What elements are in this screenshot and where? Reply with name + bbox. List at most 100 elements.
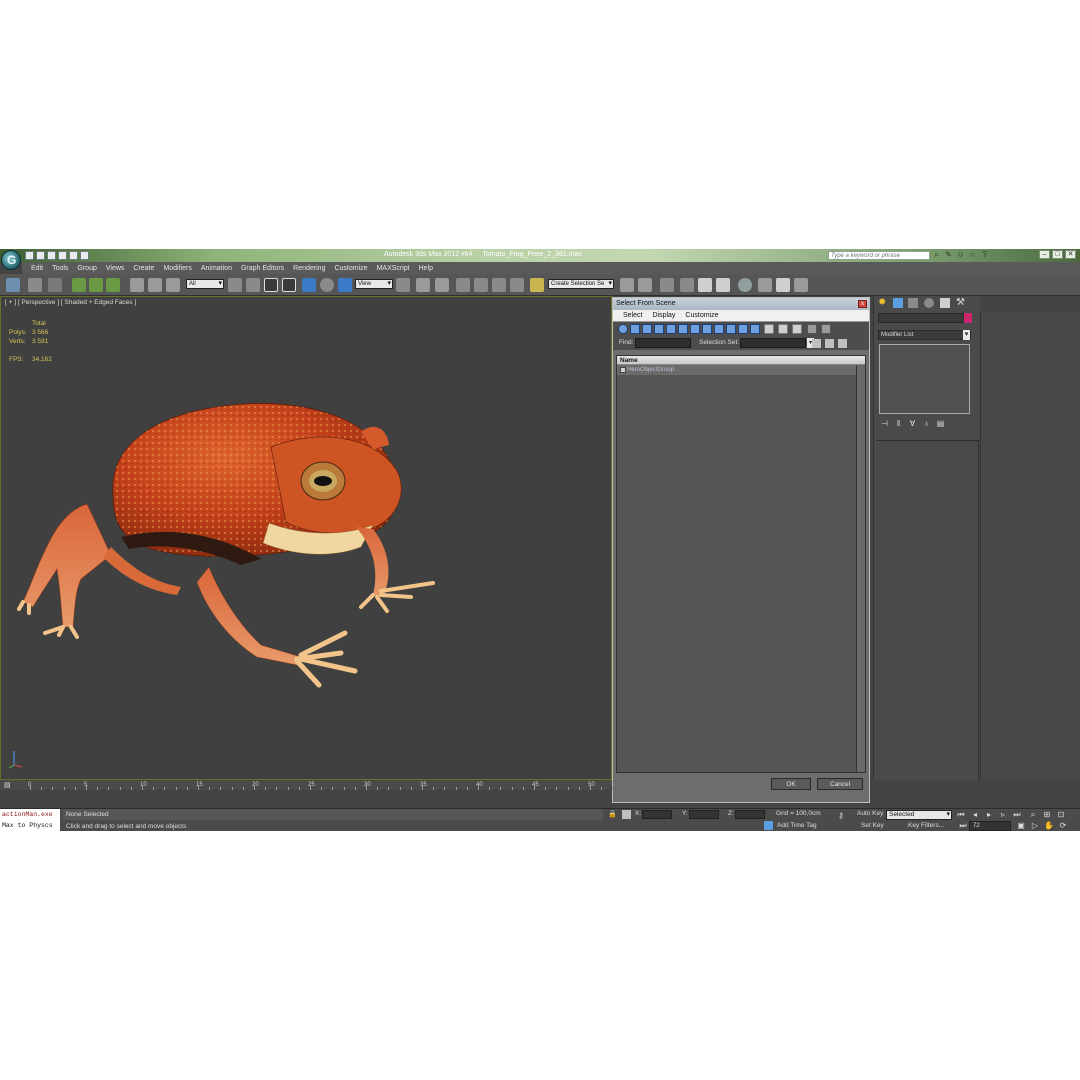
perspective-viewport[interactable]: [ + ] [ Perspective ] [ Shaded + Edged F…: [0, 296, 612, 780]
select-and-move-icon[interactable]: [302, 278, 316, 292]
window-crossing-icon[interactable]: [282, 278, 296, 292]
field-of-view-icon[interactable]: ▷: [1030, 821, 1040, 830]
display-shapes-icon[interactable]: [630, 324, 640, 334]
menu-modifiers[interactable]: Modifiers: [163, 265, 191, 272]
menu-animation[interactable]: Animation: [201, 265, 232, 272]
menu-views[interactable]: Views: [106, 265, 125, 272]
display-frozen-icon[interactable]: [738, 324, 748, 334]
dialog-close-button[interactable]: x: [858, 300, 867, 308]
space-warp-icon[interactable]: [166, 278, 180, 292]
rectangle-region-icon[interactable]: [264, 278, 278, 292]
display-space-warps-icon[interactable]: [678, 324, 688, 334]
material-editor-icon[interactable]: [738, 278, 752, 292]
list-item[interactable]: HeroObjectGroup: [617, 365, 856, 375]
open-file-icon[interactable]: [36, 251, 45, 260]
pivot-center-icon[interactable]: [396, 278, 410, 292]
minimize-button[interactable]: –: [1039, 250, 1050, 259]
help-icon[interactable]: ?: [980, 250, 989, 260]
timeline-ruler[interactable]: 0 5 10 15 20 25 30 35 40 45 50: [22, 780, 614, 790]
orbit-icon[interactable]: ⟳: [1058, 821, 1068, 830]
find-input[interactable]: [635, 338, 691, 348]
binoculars-icon[interactable]: ⌕: [932, 250, 941, 260]
display-groups-icon[interactable]: [690, 324, 700, 334]
zoom-icon[interactable]: ⌕: [1028, 810, 1038, 819]
name-column-header[interactable]: Name: [617, 356, 865, 365]
motion-tab-icon[interactable]: [924, 298, 934, 308]
menu-help[interactable]: Help: [419, 265, 433, 272]
hierarchy-tab-icon[interactable]: [908, 298, 918, 308]
selection-lock-icon[interactable]: [28, 278, 42, 292]
snaps-toggle-icon[interactable]: [456, 278, 470, 292]
key-filters-button[interactable]: Key Filters...: [908, 822, 944, 829]
ok-button[interactable]: OK: [771, 778, 811, 790]
menu-edit[interactable]: Edit: [31, 265, 43, 272]
display-xrefs-icon[interactable]: [702, 324, 712, 334]
align-icon[interactable]: [638, 278, 652, 292]
keyboard-shortcut-icon[interactable]: [435, 278, 449, 292]
lock-selection-icon[interactable]: 🔒: [608, 810, 617, 819]
menu-rendering[interactable]: Rendering: [293, 265, 325, 272]
select-and-scale-icon[interactable]: [338, 278, 352, 292]
star-icon[interactable]: ☆: [968, 250, 977, 260]
project-folder-icon[interactable]: [80, 251, 89, 260]
select-filter-icon[interactable]: [106, 278, 120, 292]
selection-set-input[interactable]: [740, 338, 806, 348]
dialog-title-bar[interactable]: Select From Scene x: [613, 298, 869, 310]
maxscript-listener-line1[interactable]: actionMan.exe: [0, 809, 60, 820]
object-color-swatch[interactable]: [964, 313, 972, 323]
sort-icon[interactable]: [821, 324, 831, 334]
absolute-mode-icon[interactable]: [622, 810, 631, 819]
render-setup-icon[interactable]: [758, 278, 772, 292]
zoom-all-icon[interactable]: ⊞: [1042, 810, 1052, 819]
make-unique-icon[interactable]: ∀: [908, 419, 917, 428]
dialog-menu-select[interactable]: Select: [623, 312, 642, 319]
edit-named-selection-icon[interactable]: [530, 278, 544, 292]
modify-tab-icon[interactable]: [893, 298, 903, 308]
new-file-icon[interactable]: [25, 251, 34, 260]
percent-snap-icon[interactable]: [492, 278, 506, 292]
application-menu-icon[interactable]: G: [1, 250, 21, 270]
unlink-icon[interactable]: [72, 278, 86, 292]
scene-object-list[interactable]: Name HeroObjectGroup: [616, 355, 866, 773]
display-bones-icon[interactable]: [714, 324, 724, 334]
angle-snap-icon[interactable]: [474, 278, 488, 292]
people-icon[interactable]: ☺: [956, 250, 965, 260]
menu-maxscript[interactable]: MAXScript: [377, 265, 410, 272]
current-frame-field[interactable]: 72: [969, 821, 1011, 831]
display-cameras-icon[interactable]: [654, 324, 664, 334]
create-tab-icon[interactable]: ✸: [878, 298, 888, 308]
undo-icon[interactable]: [58, 251, 67, 260]
schematic-view-icon[interactable]: [716, 278, 730, 292]
zoom-extents-icon[interactable]: ⊡: [1056, 810, 1066, 819]
select-object-icon[interactable]: [228, 278, 242, 292]
utilities-tab-icon[interactable]: ⚒: [956, 298, 966, 308]
object-name-field[interactable]: [878, 313, 964, 323]
named-selection-set-dropdown[interactable]: Create Selection Se: [548, 279, 614, 289]
rendered-frame-window-icon[interactable]: [776, 278, 790, 292]
modifier-list-dropdown[interactable]: Modifier List: [878, 330, 971, 340]
select-by-name-icon[interactable]: [246, 278, 260, 292]
spinner-snap-icon[interactable]: [510, 278, 524, 292]
previous-frame-icon[interactable]: ◂: [970, 810, 980, 819]
go-to-start-icon[interactable]: ⏮: [956, 810, 966, 819]
maxscript-listener-line2[interactable]: Max to Physcs: [0, 820, 60, 831]
filter-icon[interactable]: [807, 324, 817, 334]
show-end-result-icon[interactable]: ‖: [894, 419, 903, 428]
auto-key-button[interactable]: Auto Key: [857, 810, 883, 817]
display-none-icon[interactable]: [778, 324, 788, 334]
configure-modifier-sets-icon[interactable]: ▤: [936, 419, 945, 428]
bind-space-warp-icon[interactable]: [89, 278, 103, 292]
display-all-icon[interactable]: [764, 324, 774, 334]
maximize-button[interactable]: □: [1052, 250, 1063, 259]
infocenter-search-input[interactable]: Type a keyword or phrase: [828, 251, 930, 260]
redo-icon[interactable]: [69, 251, 78, 260]
set-key-button[interactable]: Set Key: [861, 822, 884, 829]
next-frame-icon[interactable]: ▹: [998, 810, 1008, 819]
invert-display-icon[interactable]: [792, 324, 802, 334]
unlink-chain-icon[interactable]: [148, 278, 162, 292]
undo-scene-icon[interactable]: [6, 278, 20, 292]
time-tag-icon[interactable]: [764, 821, 773, 830]
link-icon[interactable]: [130, 278, 144, 292]
key-icon[interactable]: ⚷: [838, 812, 850, 820]
timeline-trackbar[interactable]: ▤ 0 5 10 15 20 25 30 35 40 45 50: [0, 780, 614, 790]
